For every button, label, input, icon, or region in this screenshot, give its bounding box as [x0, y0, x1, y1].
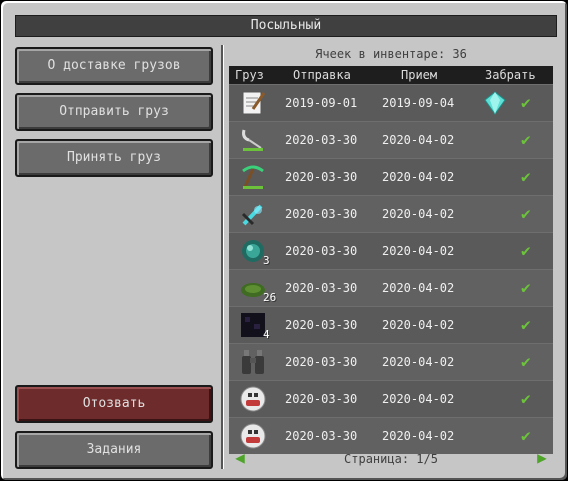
- sent-date: 2020-03-30: [285, 355, 358, 369]
- claim-checkmark-icon[interactable]: ✔: [521, 85, 531, 121]
- received-date: 2020-04-02: [382, 318, 455, 332]
- table-header: Груз Отправка Прием Забрать: [229, 66, 553, 84]
- inventory-cells-count: Ячеек в инвентаре: 36: [315, 47, 467, 61]
- book-and-quill-icon: [239, 89, 267, 117]
- received-date: 2020-04-02: [382, 355, 455, 369]
- diamond-icon: [483, 91, 507, 115]
- enchanted-sword-icon: [239, 200, 267, 228]
- header-claim: Забрать: [485, 68, 536, 82]
- claim-checkmark-icon[interactable]: ✔: [521, 381, 531, 417]
- received-date: 2020-04-02: [382, 392, 455, 406]
- received-date: 2020-04-02: [382, 244, 455, 258]
- about-delivery-button[interactable]: О доставке грузов: [15, 47, 213, 85]
- claim-checkmark-icon[interactable]: ✔: [521, 307, 531, 343]
- table-row[interactable]: 2020-03-30 2020-04-02 ✔: [229, 158, 553, 195]
- receive-cargo-button[interactable]: Принять груз: [15, 139, 213, 177]
- claim-checkmark-icon[interactable]: ✔: [521, 344, 531, 380]
- sent-date: 2020-03-30: [285, 244, 358, 258]
- table-row[interactable]: 2020-03-30 2020-04-02 ✔: [229, 380, 553, 417]
- sent-date: 2020-03-30: [285, 281, 358, 295]
- table-row[interactable]: 2020-03-30 2020-04-02 ✔: [229, 121, 553, 158]
- next-page-arrow-icon[interactable]: ▶: [533, 449, 551, 467]
- panel-divider: [221, 45, 223, 469]
- page-indicator: Страница: 1/5: [344, 452, 438, 466]
- cargo-table: Груз Отправка Прием Забрать 2019-09-01 20…: [229, 66, 553, 454]
- table-row[interactable]: 2020-03-30 2020-04-02 ✔: [229, 195, 553, 232]
- skull-mask-icon: [239, 385, 267, 413]
- sent-date: 2020-03-30: [285, 170, 358, 184]
- header-received: Прием: [401, 68, 438, 82]
- claim-checkmark-icon[interactable]: ✔: [521, 122, 531, 158]
- header-cargo: Груз: [235, 68, 264, 82]
- header-sent: Отправка: [293, 68, 351, 82]
- recall-button[interactable]: Отозвать: [15, 385, 213, 423]
- claim-checkmark-icon[interactable]: ✔: [521, 270, 531, 306]
- table-body: 2019-09-01 2019-09-04 ✔ 2020-03-30 2020-04-0…: [229, 84, 553, 454]
- received-date: 2019-09-04: [382, 96, 455, 110]
- claim-checkmark-icon[interactable]: ✔: [521, 159, 531, 195]
- table-row[interactable]: 2020-03-30 2020-04-02 ✔: [229, 343, 553, 380]
- claim-checkmark-icon[interactable]: ✔: [521, 196, 531, 232]
- send-cargo-button[interactable]: Отправить груз: [15, 93, 213, 131]
- table-row[interactable]: 2019-09-01 2019-09-04 ✔: [229, 84, 553, 121]
- sent-date: 2020-03-30: [285, 207, 358, 221]
- skull-mask-icon: [239, 422, 267, 450]
- table-row[interactable]: 4 2020-03-30 2020-04-02 ✔: [229, 306, 553, 343]
- received-date: 2020-04-02: [382, 281, 455, 295]
- received-date: 2020-04-02: [382, 133, 455, 147]
- sent-date: 2020-03-30: [285, 392, 358, 406]
- claim-checkmark-icon[interactable]: ✔: [521, 233, 531, 269]
- sent-date: 2019-09-01: [285, 96, 358, 110]
- window-title: Посыльный: [15, 15, 557, 37]
- table-row[interactable]: 26 2020-03-30 2020-04-02 ✔: [229, 269, 553, 306]
- sent-date: 2020-03-30: [285, 318, 358, 332]
- sent-date: 2020-03-30: [285, 133, 358, 147]
- received-date: 2020-04-02: [382, 207, 455, 221]
- tasks-button[interactable]: Задания: [15, 431, 213, 469]
- binoculars-icon: [239, 348, 267, 376]
- table-row[interactable]: 3 2020-03-30 2020-04-02 ✔: [229, 232, 553, 269]
- window-frame: Посыльный О доставке грузов Отправить гр…: [0, 0, 568, 481]
- shears-icon: [239, 126, 267, 154]
- received-date: 2020-04-02: [382, 170, 455, 184]
- emerald-pickaxe-icon: [239, 163, 267, 191]
